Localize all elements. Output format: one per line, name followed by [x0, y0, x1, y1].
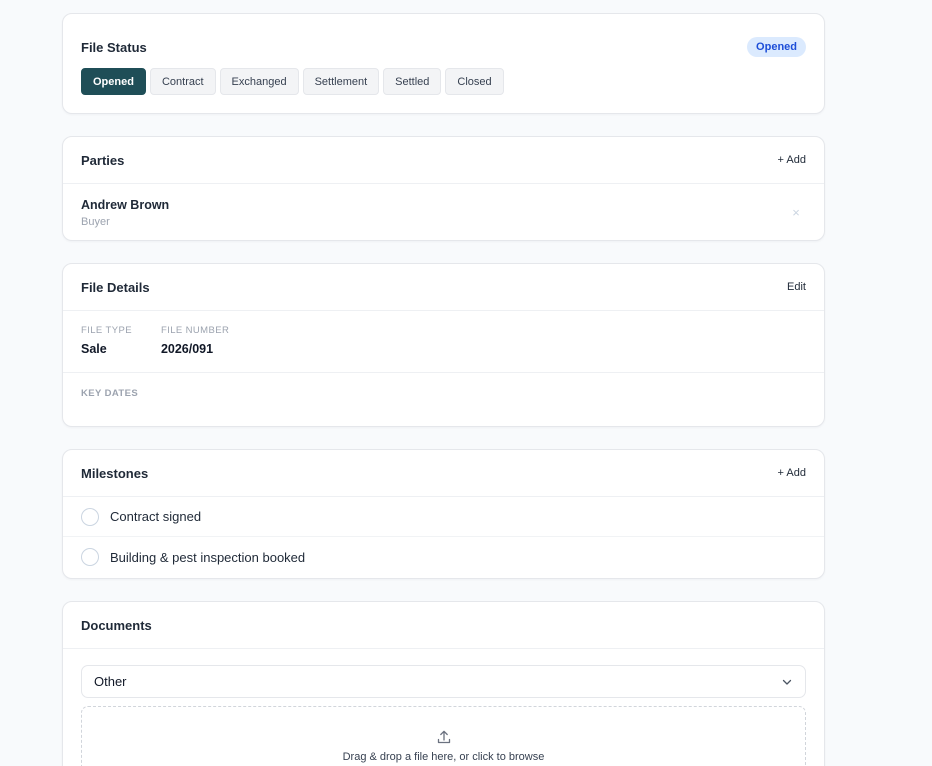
party-row: Andrew Brown Buyer ×	[63, 184, 824, 240]
party-info: Andrew Brown Buyer	[81, 198, 169, 228]
close-icon[interactable]: ×	[788, 205, 804, 220]
file-type-label: FILE TYPE	[81, 325, 132, 336]
milestones-title: Milestones	[81, 465, 149, 481]
chevron-down-icon	[782, 679, 792, 685]
file-number-label: FILE NUMBER	[160, 325, 230, 336]
document-type-value: Other	[94, 674, 127, 689]
documents-card: Documents Other Drag & drop a file here,…	[62, 601, 825, 766]
edit-details-button[interactable]: Edit	[787, 281, 806, 293]
file-number-field: FILE NUMBER 2026/091	[161, 325, 229, 372]
dropzone-text: Drag & drop a file here, or click to bro…	[342, 751, 545, 763]
status-step-contract[interactable]: Contract	[149, 68, 216, 95]
documents-title: Documents	[81, 617, 152, 633]
details-fields: FILE TYPE Sale FILE NUMBER 2026/091	[63, 311, 824, 373]
status-badge: Opened	[747, 37, 806, 57]
key-dates-label: KEY DATES	[81, 388, 139, 399]
file-details-card: File Details Edit FILE TYPE Sale FILE NU…	[62, 263, 825, 427]
party-role: Buyer	[81, 215, 110, 228]
status-steps: Opened Contract Exchanged Settlement Set…	[63, 62, 824, 95]
page: File Status Opened Opened Contract Excha…	[0, 0, 932, 766]
milestones-header: Milestones + Add	[63, 450, 824, 497]
milestones-card: Milestones + Add Contract signed Buildin…	[62, 449, 825, 579]
status-step-closed[interactable]: Closed	[445, 68, 504, 95]
milestone-row: Contract signed	[63, 497, 824, 537]
parties-header: Parties + Add	[63, 137, 824, 184]
file-details-header: File Details Edit	[63, 264, 824, 311]
add-milestone-button[interactable]: + Add	[778, 467, 806, 479]
document-type-select[interactable]: Other	[81, 665, 806, 698]
add-party-button[interactable]: + Add	[778, 154, 806, 166]
file-type-field: FILE TYPE Sale	[81, 325, 132, 372]
file-type-value: Sale	[81, 342, 107, 356]
party-name: Andrew Brown	[81, 197, 170, 212]
status-step-settlement[interactable]: Settlement	[302, 68, 380, 95]
file-number-value: 2026/091	[160, 342, 214, 356]
upload-icon	[437, 730, 450, 744]
file-details-title: File Details	[81, 279, 150, 295]
documents-header: Documents	[63, 602, 824, 649]
milestone-checkbox[interactable]	[81, 507, 99, 526]
milestone-row: Building & pest inspection booked	[63, 537, 824, 577]
status-step-settled[interactable]: Settled	[383, 68, 442, 95]
file-dropzone[interactable]: Drag & drop a file here, or click to bro…	[81, 706, 806, 766]
file-status-title: File Status	[81, 39, 147, 55]
file-status-header: File Status Opened	[63, 14, 824, 62]
status-step-opened[interactable]: Opened	[81, 68, 146, 95]
parties-title: Parties	[81, 152, 125, 168]
status-step-exchanged[interactable]: Exchanged	[219, 68, 299, 95]
milestone-label: Building & pest inspection booked	[110, 549, 306, 565]
file-status-card: File Status Opened Opened Contract Excha…	[62, 13, 825, 114]
parties-card: Parties + Add Andrew Brown Buyer ×	[62, 136, 825, 241]
milestone-label: Contract signed	[110, 509, 202, 524]
milestone-checkbox[interactable]	[81, 548, 99, 566]
